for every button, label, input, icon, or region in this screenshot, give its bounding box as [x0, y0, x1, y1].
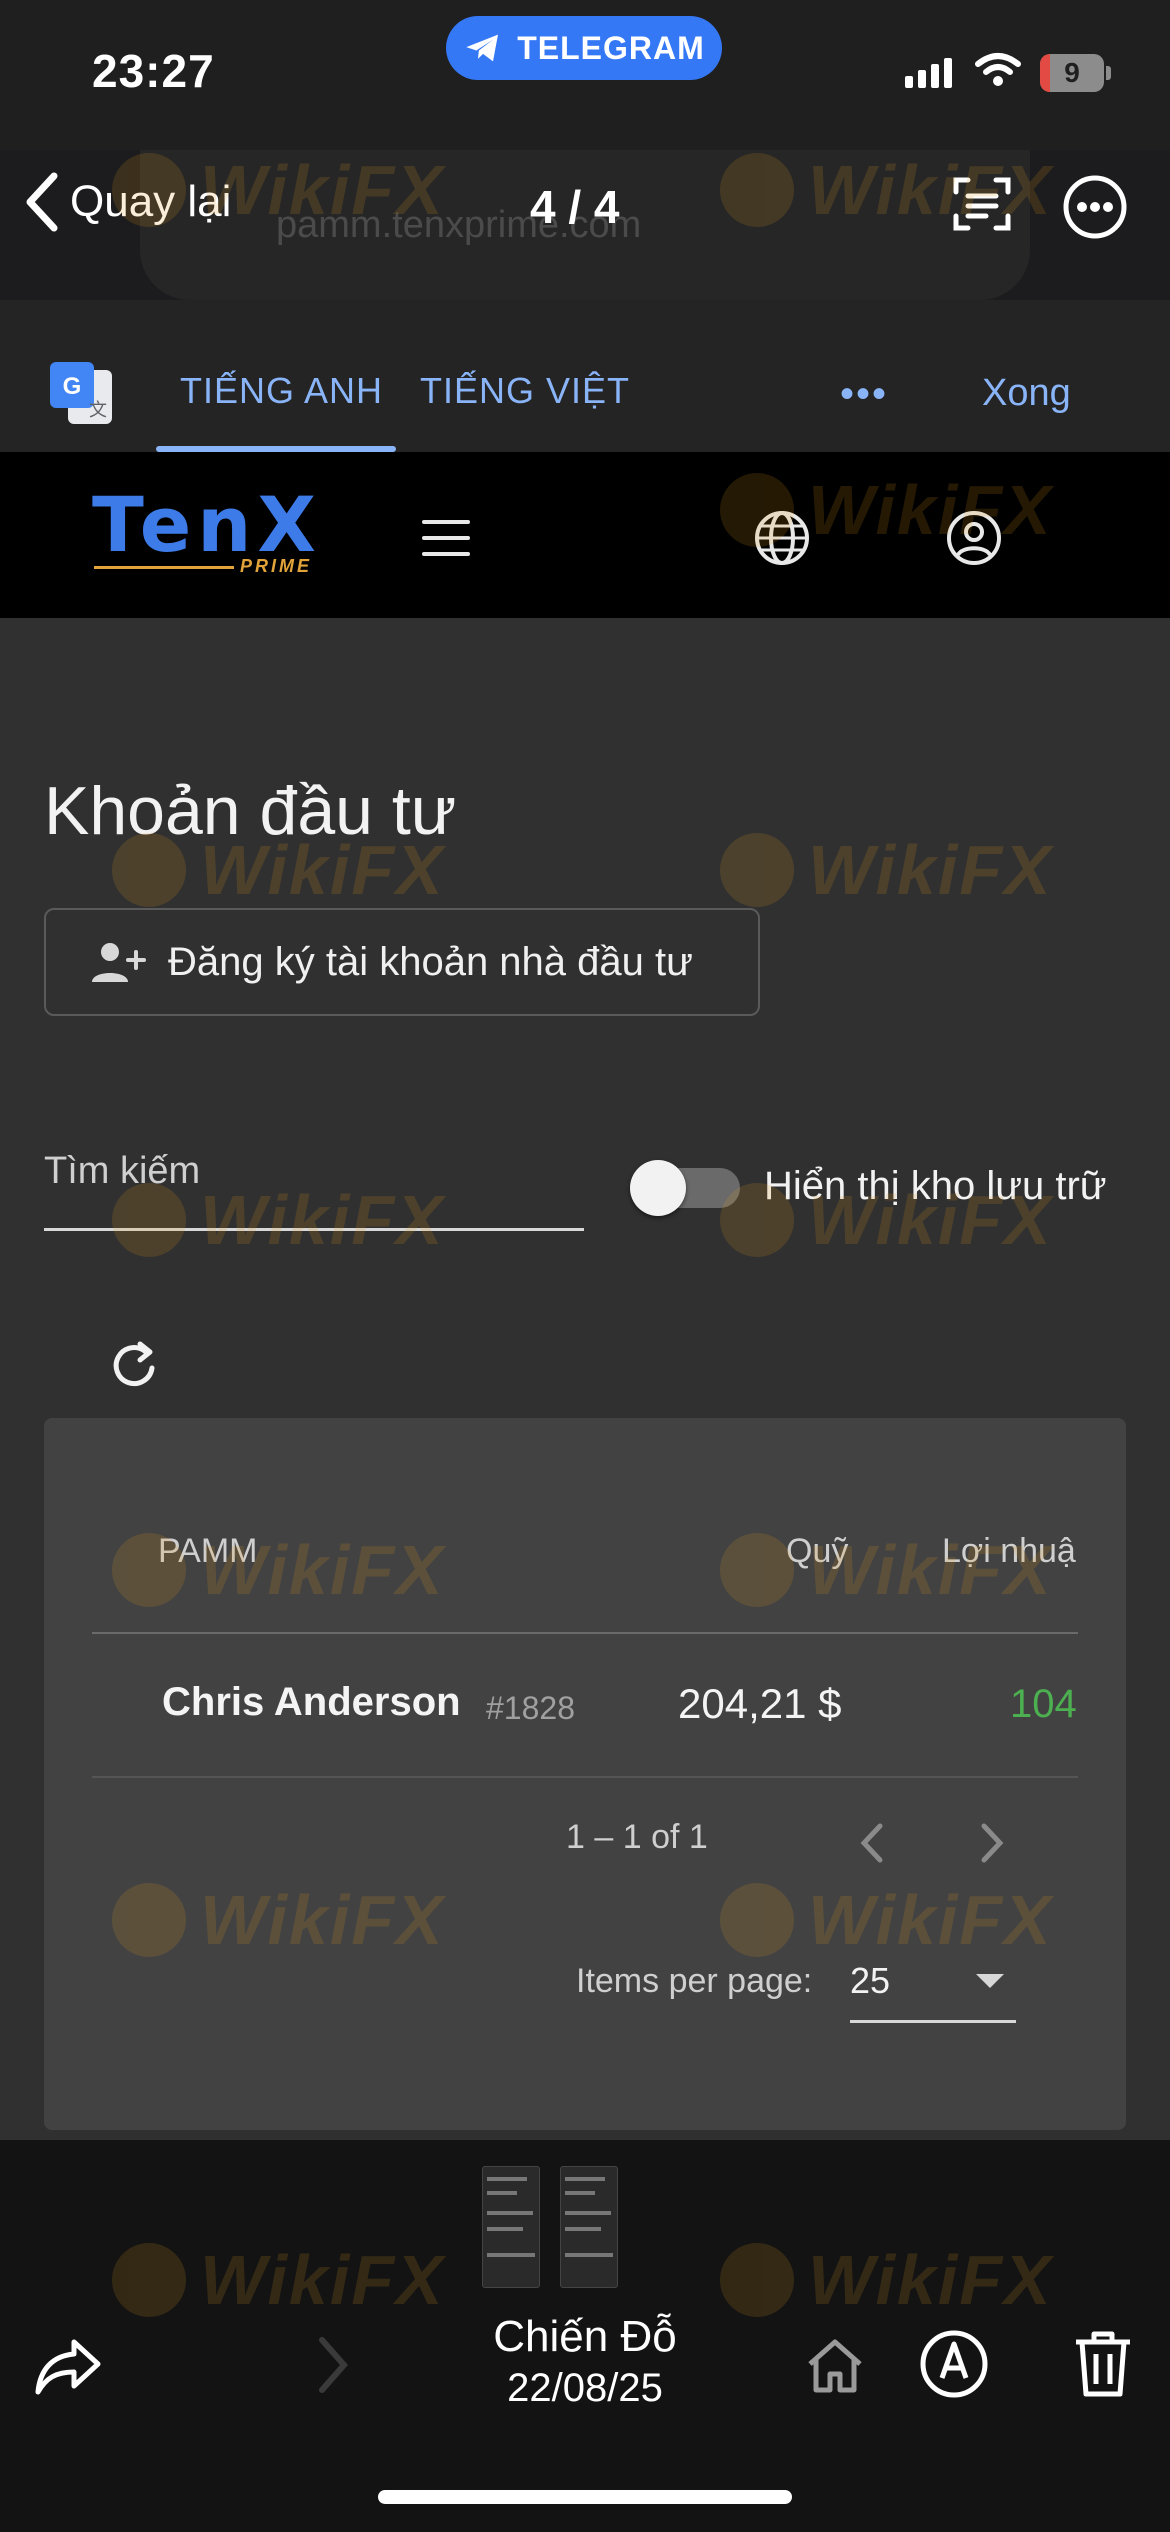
items-per-page-select[interactable]: 25 — [850, 1960, 890, 2002]
account-icon[interactable] — [944, 508, 1004, 568]
row-divider — [92, 1776, 1078, 1778]
search-underline — [44, 1228, 584, 1231]
header-divider — [92, 1632, 1078, 1634]
telegram-pill[interactable]: TELEGRAM — [446, 16, 722, 80]
home-icon[interactable] — [804, 2334, 866, 2396]
row-investor-name[interactable]: Chris Anderson — [162, 1680, 461, 1725]
column-header-pamm[interactable]: PAMM — [158, 1532, 257, 1571]
investments-table-card — [44, 1418, 1126, 2130]
row-investor-id: #1828 — [486, 1690, 575, 1726]
markup-icon[interactable] — [918, 2328, 990, 2400]
dropdown-caret-icon[interactable] — [976, 1974, 1004, 1988]
translate-done-button[interactable]: Xong — [982, 372, 1071, 415]
column-header-fund[interactable]: Quỹ — [786, 1532, 848, 1571]
pagination-range: 1 – 1 of 1 — [566, 1818, 708, 1856]
scan-text-icon[interactable] — [950, 172, 1014, 236]
page-title: Khoản đầu tư — [44, 773, 457, 849]
battery-level: 9 — [1064, 57, 1080, 88]
tab-vietnamese[interactable]: TIẾNG VIỆT — [420, 370, 630, 412]
home-indicator — [378, 2490, 792, 2504]
search-input[interactable]: Tìm kiếm — [44, 1150, 200, 1193]
register-investor-button[interactable]: Đăng ký tài khoản nhà đầu tư — [44, 908, 760, 1016]
next-page-icon[interactable] — [972, 1818, 1012, 1868]
archive-toggle-knob — [630, 1160, 686, 1216]
refresh-icon[interactable] — [106, 1338, 162, 1394]
previous-page-icon[interactable] — [852, 1818, 892, 1868]
add-person-icon — [92, 943, 146, 982]
message-date: 22/08/25 — [507, 2366, 663, 2410]
more-options-icon[interactable] — [1062, 174, 1128, 240]
battery-tip — [1106, 66, 1111, 80]
tenx-logo-sub: PRIME — [240, 556, 313, 576]
translate-more-button[interactable]: ••• — [840, 372, 888, 417]
thumbnail-page-4[interactable] — [560, 2166, 618, 2288]
back-button[interactable]: Quay lại — [22, 170, 231, 234]
sender-name: Chiến Đỗ — [493, 2312, 677, 2361]
archive-toggle-label: Hiển thị kho lưu trữ — [764, 1164, 1107, 1208]
hamburger-menu-icon[interactable] — [420, 516, 472, 560]
chevron-left-icon — [26, 172, 58, 232]
page-counter: 4 / 4 — [530, 181, 620, 233]
row-profit-value: 104 — [1010, 1682, 1077, 1726]
svg-text:G: G — [63, 373, 82, 400]
tenx-logo-underline — [94, 566, 234, 569]
google-translate-icon: G 文 — [50, 362, 112, 424]
svg-text:文: 文 — [89, 400, 107, 420]
items-per-page-underline — [850, 2020, 1016, 2023]
telegram-pill-label: TELEGRAM — [517, 29, 705, 66]
tab-english[interactable]: TIẾNG ANH — [180, 370, 383, 412]
back-label: Quay lại — [70, 177, 232, 226]
trash-icon[interactable] — [1070, 2328, 1136, 2398]
battery-icon: 9 — [1040, 54, 1104, 92]
thumbnail-page-3[interactable] — [482, 2166, 540, 2288]
archive-toggle[interactable] — [630, 1160, 740, 1216]
items-per-page-label: Items per page: — [576, 1962, 813, 2000]
globe-icon[interactable] — [752, 508, 812, 568]
wifi-icon — [975, 53, 1021, 86]
cellular-signal-icon — [905, 58, 952, 88]
telegram-icon — [466, 34, 499, 62]
row-fund-value: 204,21 $ — [678, 1680, 842, 1727]
register-investor-label: Đăng ký tài khoản nhà đầu tư — [168, 939, 693, 984]
status-time: 23:27 — [92, 45, 215, 97]
column-header-profit[interactable]: Lợi nhuậ — [942, 1532, 1080, 1571]
